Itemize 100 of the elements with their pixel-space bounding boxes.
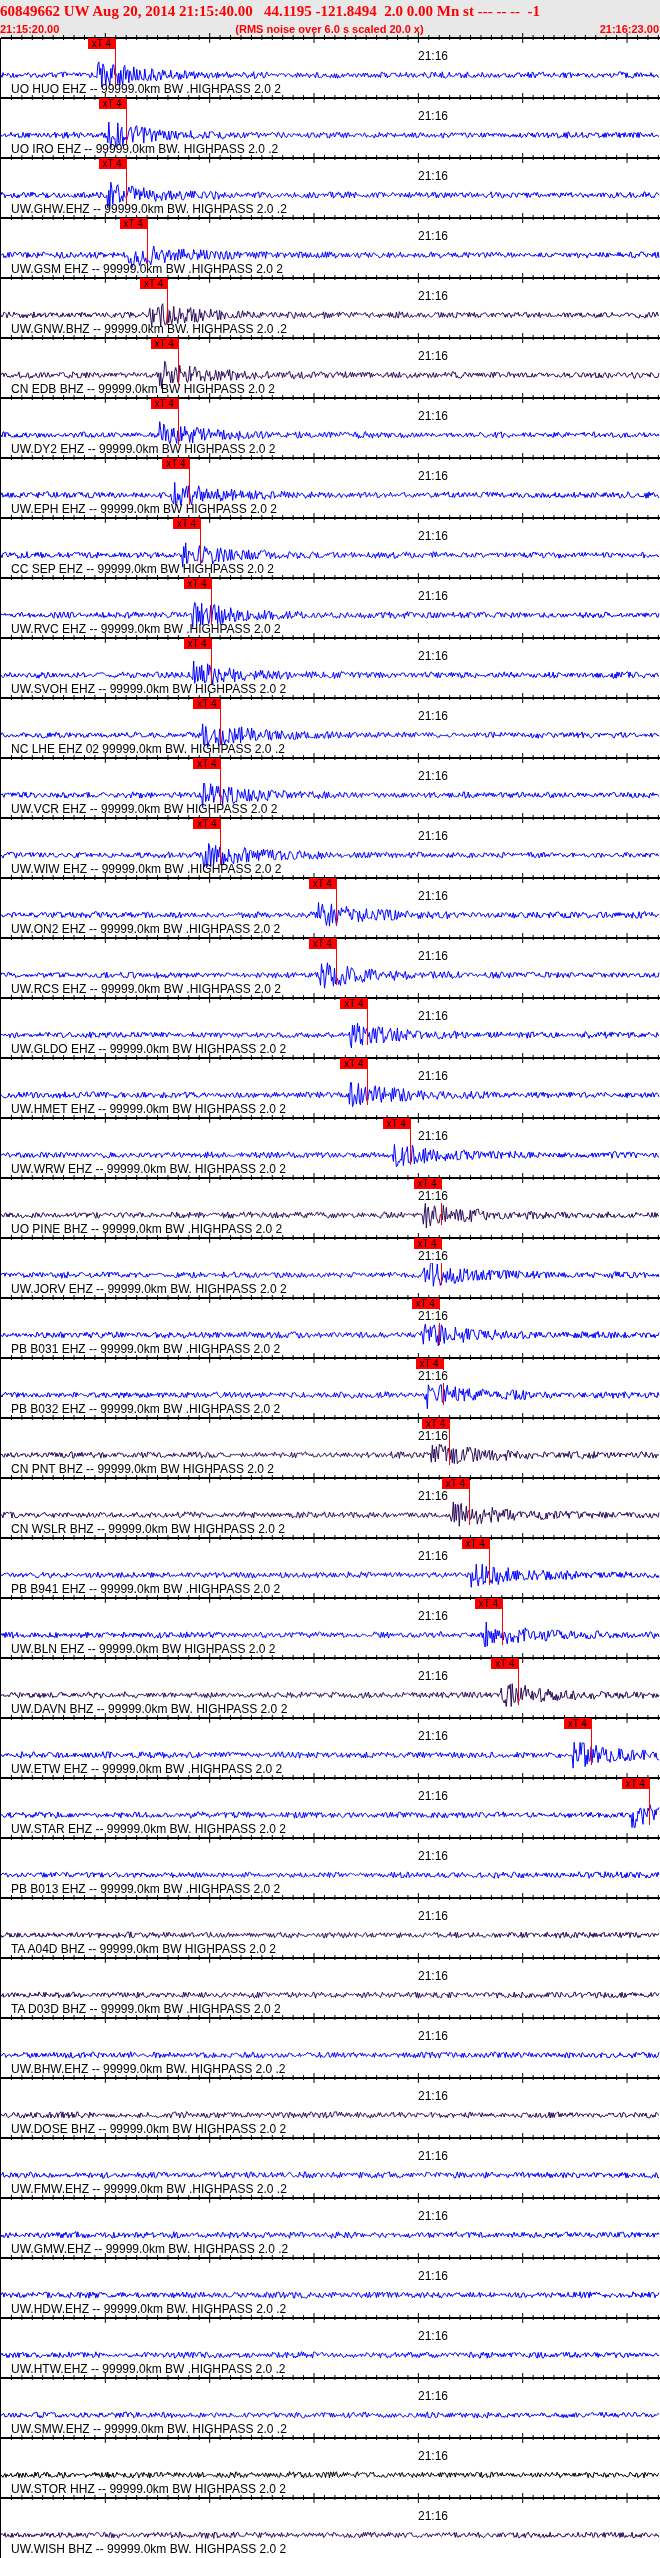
- pick-marker: xT 4: [415, 1358, 443, 1369]
- channel-label: UW.GMW.EHZ -- 99999.0km BW. HIGHPASS 2.0 .2: [11, 2243, 289, 2256]
- time-label: 21:16: [418, 1670, 449, 1683]
- pick-marker: xT 4: [413, 1238, 441, 1249]
- channel-label: UW.BHW.EHZ -- 99999.0km BW. HIGHPASS 2.0 .2: [11, 2063, 286, 2076]
- time-label: 21:16: [418, 170, 449, 183]
- time-label: 21:16: [418, 350, 449, 363]
- pick-marker: xT 4: [382, 1118, 410, 1129]
- channel-label: TA A04D BHZ -- 99999.0km BW HIGHPASS 2.0 2: [11, 1943, 276, 1956]
- channel-label: UO PINE BHZ -- 99999.0km BW .HIGHPASS 2.0 2: [11, 1223, 283, 1236]
- time-label: 21:16: [418, 650, 449, 663]
- pick-marker: xT 4: [563, 1718, 591, 1729]
- channel-label: PB B031 EHZ -- 99999.0km BW .HIGHPASS 2.0 2: [11, 1343, 281, 1356]
- pick-marker: xT 4: [474, 1598, 502, 1609]
- time-label: 21:16: [418, 2510, 449, 2523]
- time-label: 21:16: [418, 1130, 449, 1143]
- pick-marker: xT 4: [88, 38, 115, 49]
- pick-marker: xT 4: [98, 158, 126, 169]
- channel-label: UW.STAR EHZ -- 99999.0km BW. HIGHPASS 2.0 2: [11, 1823, 286, 1836]
- pick-marker: xT 4: [461, 1538, 489, 1549]
- time-label: 21:16: [418, 1730, 449, 1743]
- pick-marker: xT 4: [193, 698, 221, 709]
- channel-label: UW.DAVN BHZ -- 99999.0km BW. HIGHPASS 2.0 2: [11, 1703, 288, 1716]
- time-label: 21:16: [418, 770, 449, 783]
- time-label: 21:16: [418, 2150, 449, 2163]
- time-label: 21:16: [418, 710, 449, 723]
- pick-marker: xT 4: [340, 1058, 368, 1069]
- pick-marker: xT 4: [411, 1298, 439, 1309]
- time-label: 21:16: [418, 2090, 449, 2103]
- time-label: 21:16: [418, 530, 449, 543]
- time-label: 21:16: [418, 1550, 449, 1563]
- time-label: 21:16: [418, 1310, 449, 1323]
- channel-label: UO IRO EHZ -- 99999.0km BW. HIGHPASS 2.0 .2: [11, 143, 279, 156]
- channel-label: UW.WISH BHZ -- 99999.0km BW. HIGHPASS 2.0 2: [11, 2543, 287, 2556]
- time-label: 21:16: [418, 2450, 449, 2463]
- channel-label: UW.BLN EHZ -- 99999.0km BW HIGHPASS 2.0 2: [11, 1643, 276, 1656]
- pick-marker: xT 4: [441, 1478, 469, 1489]
- channel-label: CN WSLR BHZ -- 99999.0km BW HIGHPASS 2.0 2: [11, 1523, 285, 1536]
- time-label: 21:16: [418, 890, 449, 903]
- channel-label: UW.VCR EHZ -- 99999.0km BW HIGHPASS 2.0 2: [11, 803, 278, 816]
- channel-label: UW.RVC EHZ -- 99999.0km BW .HIGHPASS 2.0 2: [11, 623, 281, 636]
- pick-marker: xT 4: [308, 938, 336, 949]
- channel-label: UW.GLDO EHZ -- 99999.0km BW HIGHPASS 2.0 2: [11, 1043, 287, 1056]
- channel-label: CN EDB BHZ -- 99999.0km BW HIGHPASS 2.0 2: [11, 383, 275, 396]
- channel-label: UW.RCS EHZ -- 99999.0km BW .HIGHPASS 2.0 2: [11, 983, 281, 996]
- time-label: 21:16: [418, 590, 449, 603]
- event-title: 60849662 UW Aug 20, 2014 21:15:40.00 44.1195 -121.8494 2.0 0.00 Mn st --- -- -- -1: [0, 2, 542, 21]
- time-label: 21:16: [418, 1970, 449, 1983]
- channel-label: UW.SMW.EHZ -- 99999.0km BW. HIGHPASS 2.0 .2: [11, 2423, 287, 2436]
- end-time: 21:16:23.00: [599, 22, 659, 36]
- channel-label: NC LHE EHZ 02 99999.0km BW. HIGHPASS 2.0 .2: [11, 743, 285, 756]
- channel-label: CN PNT BHZ -- 99999.0km BW HIGHPASS 2.0 2: [11, 1463, 274, 1476]
- time-label: 21:16: [418, 1190, 449, 1203]
- time-label: 21:16: [418, 1070, 449, 1083]
- time-label: 21:16: [418, 2390, 449, 2403]
- pick-marker: xT 4: [340, 998, 368, 1009]
- time-label: 21:16: [418, 1250, 449, 1263]
- time-label: 21:16: [418, 2210, 449, 2223]
- channel-label: UW.GNW.BHZ -- 99999.0km BW. HIGHPASS 2.0 .2: [11, 323, 287, 336]
- pick-marker: xT 4: [183, 578, 211, 589]
- pick-marker: xT 4: [413, 1178, 441, 1189]
- time-label: 21:16: [418, 230, 449, 243]
- time-label: 21:16: [418, 950, 449, 963]
- channel-label: UW.EPH EHZ -- 99999.0km BW HIGHPASS 2.0 2: [11, 503, 277, 516]
- channel-label: UW.HDW.EHZ -- 99999.0km BW. HIGHPASS 2.0 .2: [11, 2303, 287, 2316]
- channel-label: UW.SVOH EHZ -- 99999.0km BW HIGHPASS 2.0 2: [11, 683, 287, 696]
- pick-marker: xT 4: [183, 638, 211, 649]
- channel-label: UW.WRW EHZ -- 99999.0km BW. HIGHPASS 2.0 2: [11, 1163, 286, 1176]
- time-label: 21:16: [418, 50, 449, 63]
- pick-marker: xT 4: [150, 338, 178, 349]
- pick-marker: xT 4: [140, 278, 168, 289]
- start-time: 21:15:20.00: [0, 22, 60, 36]
- time-label: 21:16: [418, 830, 449, 843]
- pick-marker: xT 4: [162, 458, 190, 469]
- channel-label: UW.HTW.EHZ -- 99999.0km BW .HIGHPASS 2.0 .2: [11, 2363, 286, 2376]
- time-label: 21:16: [418, 1490, 449, 1503]
- pick-marker: xT 4: [491, 1658, 519, 1669]
- channel-label: UW.STOR HHZ -- 99999.0km BW HIGHPASS 2.0 2: [11, 2483, 286, 2496]
- channel-label: PB B013 EHZ -- 99999.0km BW .HIGHPASS 2.0 2: [11, 1883, 281, 1896]
- pick-marker: xT 4: [150, 398, 178, 409]
- channel-label: UW.HMET EHZ -- 99999.0km BW HIGHPASS 2.0 2: [11, 1103, 286, 1116]
- channel-label: PB B032 EHZ -- 99999.0km BW .HIGHPASS 2.0 2: [11, 1403, 281, 1416]
- time-label: 21:16: [418, 410, 449, 423]
- channel-label: UW.DOSE BHZ -- 99999.0km BW HIGHPASS 2.0 2: [11, 2123, 287, 2136]
- time-label: 21:16: [418, 110, 449, 123]
- pick-marker: xT 4: [308, 878, 336, 889]
- pick-marker: xT 4: [422, 1418, 450, 1429]
- channel-label: TA D03D BHZ -- 99999.0km BW .HIGHPASS 2.0 2: [11, 2003, 281, 2016]
- scale-note: (RMS noise over 6.0 s scaled 20.0 x): [235, 22, 424, 36]
- channel-label: UW.WIW EHZ -- 99999.0km BW .HIGHPASS 2.0 2: [11, 863, 282, 876]
- time-label: 21:16: [418, 2270, 449, 2283]
- time-label: 21:16: [418, 1790, 449, 1803]
- time-label: 21:16: [418, 1430, 449, 1443]
- channel-label: UW.FMW.EHZ -- 99999.0km BW .HIGHPASS 2.0 .2: [11, 2183, 287, 2196]
- channel-label: UW.GSM EHZ -- 99999.0km BW .HIGHPASS 2.0 2: [11, 263, 283, 276]
- channel-label: UW.GHW.EHZ -- 99999.0km BW. HIGHPASS 2.0 .2: [11, 203, 287, 216]
- time-label: 21:16: [418, 1610, 449, 1623]
- channel-label: UW.ON2 EHZ -- 99999.0km BW .HIGHPASS 2.0 2: [11, 923, 281, 936]
- time-label: 21:16: [418, 1370, 449, 1383]
- time-label: 21:16: [418, 2330, 449, 2343]
